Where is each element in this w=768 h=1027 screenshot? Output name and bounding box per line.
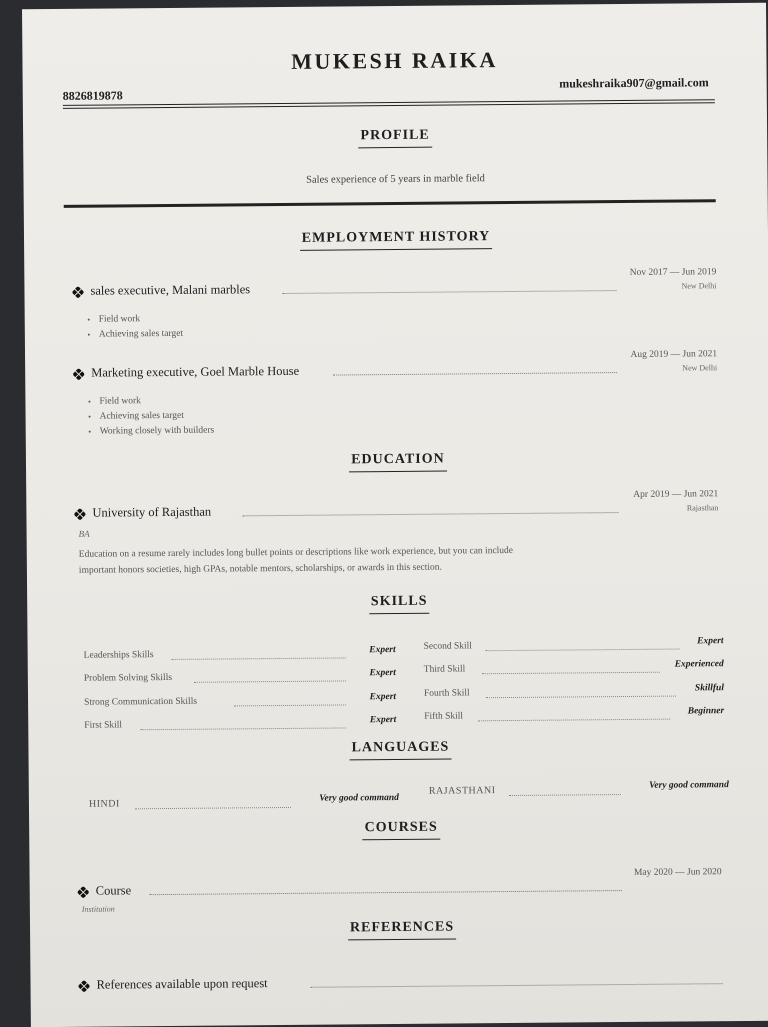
dotted-leader: [193, 680, 346, 683]
skill-name: Problem Solving Skills: [83, 672, 173, 684]
skill-level: Expert: [369, 645, 396, 656]
dotted-leader: [282, 290, 617, 294]
dotted-leader: [242, 512, 619, 517]
degree: BA: [78, 528, 90, 539]
dotted-leader: [485, 648, 680, 652]
skill-name: Second Skill: [423, 641, 472, 652]
skill-row: Problem Solving Skills Expert: [83, 668, 396, 688]
job-title: sales executive, Malani marbles: [90, 282, 251, 298]
course-dates: May 2020 — Jun 2020: [633, 867, 722, 878]
skill-row: First Skill Expert: [84, 715, 397, 735]
skills-heading: SKILLS: [27, 591, 768, 617]
dotted-leader: [149, 890, 622, 896]
job-dates: Aug 2019 — Jun 2021: [630, 349, 718, 360]
list-item: Achieving sales target: [99, 327, 183, 343]
job-2-bullets: Field work Achieving sales target Workin…: [77, 394, 214, 440]
skill-level: Expert: [697, 636, 724, 647]
profile-text: Sales experience of 5 years in marble fi…: [306, 173, 485, 186]
skill-row: Strong Communication Skills Expert: [84, 692, 397, 712]
skill-name: Fourth Skill: [423, 688, 470, 699]
job-dates: Nov 2017 — Jun 2019: [629, 267, 717, 278]
employment-heading: EMPLOYMENT HISTORY: [24, 227, 768, 253]
dotted-leader: [134, 806, 291, 810]
skill-row: Third Skill Experienced: [423, 659, 724, 679]
references-text: References available upon request: [96, 976, 268, 992]
list-item: Field work: [99, 394, 214, 410]
job-location: New Delhi: [681, 281, 717, 291]
dotted-leader: [481, 671, 660, 675]
phone-number: 8826819878: [62, 88, 123, 103]
skill-name: Strong Communication Skills: [84, 696, 198, 708]
candidate-name: MUKESH RAIKA: [291, 47, 498, 74]
dotted-leader: [478, 718, 671, 722]
job-1-bullets: Field work Achieving sales target: [77, 312, 184, 343]
list-item: Achieving sales target: [100, 409, 215, 425]
skill-row: Second Skill Expert: [423, 636, 724, 656]
list-item: Working closely with builders: [100, 424, 215, 440]
profile-heading: PROFILE: [23, 125, 767, 151]
skill-row: Fourth Skill Skillful: [423, 683, 725, 703]
dotted-leader: [310, 983, 723, 988]
dotted-leader: [508, 794, 621, 797]
dotted-leader: [486, 695, 677, 699]
skill-row: Fifth Skill Beginner: [424, 706, 725, 726]
job-entry-1: sales executive, Malani marbles Nov 2017…: [72, 267, 717, 303]
language-name: RAJASTHANI: [428, 785, 496, 797]
skill-level: Beginner: [687, 706, 725, 717]
skill-name: First Skill: [84, 720, 123, 731]
diamond-bullet-icon: [74, 508, 86, 520]
list-item: Field work: [99, 312, 183, 328]
course-entry: Course May 2020 — Jun 2020: [77, 867, 722, 903]
skill-name: Leaderships Skills: [83, 650, 154, 661]
course-institution: Institution: [81, 904, 115, 914]
skill-level: Expert: [369, 715, 397, 726]
skill-level: Experienced: [674, 659, 724, 670]
diamond-bullet-icon: [78, 980, 90, 992]
school-name: University of Rajasthan: [92, 504, 212, 520]
language-name: HINDI: [88, 798, 120, 810]
email-address: mukeshraika907@gmail.com: [559, 75, 709, 91]
language-row: HINDI Very good command: [88, 792, 399, 813]
references-heading: REFERENCES: [30, 917, 768, 943]
dotted-leader: [333, 372, 618, 376]
dotted-leader: [171, 657, 346, 660]
dotted-leader: [140, 727, 347, 731]
skill-level: Expert: [369, 668, 396, 679]
profile-divider: [63, 199, 716, 208]
education-description: Education on a resume rarely includes lo…: [79, 541, 719, 579]
diamond-bullet-icon: [73, 368, 85, 380]
courses-heading: COURSES: [29, 817, 768, 843]
job-title: Marketing executive, Goel Marble House: [91, 363, 300, 380]
dotted-leader: [234, 704, 347, 707]
job-entry-2: Marketing executive, Goel Marble House A…: [73, 349, 718, 385]
skill-level: Expert: [369, 692, 397, 703]
education-dates: Apr 2019 — Jun 2021: [633, 489, 719, 500]
diamond-bullet-icon: [72, 286, 84, 298]
resume-page: MUKESH RAIKA 8826819878 mukeshraika907@g…: [22, 2, 768, 1027]
language-level: Very good command: [649, 780, 729, 791]
diamond-bullet-icon: [77, 886, 89, 898]
education-location: Rajasthan: [686, 503, 719, 513]
skill-row: Leaderships Skills Expert: [83, 645, 396, 665]
skill-name: Third Skill: [423, 664, 466, 675]
education-entry: University of Rajasthan Apr 2019 — Jun 2…: [74, 489, 719, 525]
course-title: Course: [95, 883, 132, 898]
skill-level: Skillful: [694, 683, 725, 694]
languages-heading: LANGUAGES: [28, 737, 768, 763]
references-entry: References available upon request: [78, 969, 723, 997]
language-level: Very good command: [319, 792, 399, 804]
skill-name: Fifth Skill: [424, 711, 464, 722]
education-heading: EDUCATION: [26, 449, 768, 475]
language-row: RAJASTHANI Very good command: [428, 780, 729, 800]
job-location: New Delhi: [682, 363, 718, 373]
